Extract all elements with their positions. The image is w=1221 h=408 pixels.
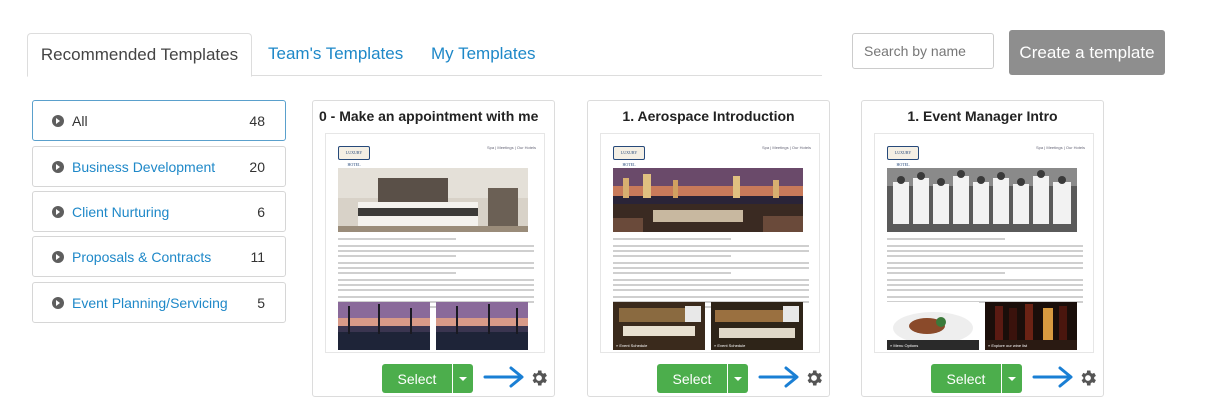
- chevron-circle-right-icon: [52, 114, 64, 127]
- category-count: 11: [250, 248, 265, 265]
- category-count: 6: [257, 203, 265, 220]
- template-title: 0 - Make an appointment with me: [319, 108, 539, 124]
- chevron-circle-right-icon: [52, 205, 64, 218]
- template-preview[interactable]: LUXURY HOTEL Spa | Meetings | Our Hotels: [874, 133, 1094, 353]
- pool-sunset-image: [436, 302, 528, 350]
- select-button[interactable]: Select: [382, 364, 452, 393]
- create-template-button[interactable]: Create a template: [1009, 30, 1165, 75]
- chefs-team-hero-image: [887, 168, 1077, 232]
- chevron-circle-right-icon: [52, 296, 64, 309]
- chevron-circle-right-icon: [52, 250, 64, 263]
- tab-teams-templates[interactable]: Team's Templates: [268, 33, 403, 76]
- category-proposals-contracts[interactable]: Proposals & Contracts 11: [32, 236, 286, 277]
- preview-nav-links: Spa | Meetings | Our Hotels: [1036, 145, 1085, 150]
- pool-sunset-image: [338, 302, 430, 350]
- select-dropdown-toggle[interactable]: [728, 364, 748, 393]
- category-label: Proposals & Contracts: [72, 248, 212, 265]
- select-dropdown-toggle[interactable]: [1002, 364, 1022, 393]
- category-event-planning-servicing[interactable]: Event Planning/Servicing 5: [32, 282, 286, 323]
- preview-body-text: [338, 238, 534, 311]
- category-all[interactable]: All 48: [32, 100, 286, 141]
- template-title: 1. Aerospace Introduction: [622, 108, 795, 124]
- category-count: 20: [249, 158, 265, 175]
- preview-body-text: [613, 238, 809, 311]
- tab-recommended-templates[interactable]: Recommended Templates: [27, 33, 252, 77]
- hotel-logo: LUXURY HOTEL: [887, 146, 919, 167]
- arrow-right-icon: [758, 366, 799, 388]
- gear-icon[interactable]: [804, 368, 824, 388]
- tab-my-templates[interactable]: My Templates: [431, 33, 536, 76]
- event-schedule-tile: » Event Schedule: [711, 302, 803, 350]
- preview-nav-links: Spa | Meetings | Our Hotels: [487, 145, 536, 150]
- select-button[interactable]: Select: [931, 364, 1001, 393]
- category-label: Event Planning/Servicing: [72, 294, 228, 311]
- event-schedule-tile: » Event Schedule: [613, 302, 705, 350]
- template-tabs: Recommended Templates Team's Templates M…: [27, 33, 822, 77]
- template-card[interactable]: 0 - Make an appointment with me LUXURY H…: [312, 100, 555, 397]
- chevron-circle-right-icon: [52, 160, 64, 173]
- gear-icon[interactable]: [529, 368, 549, 388]
- template-title: 1. Event Manager Intro: [907, 108, 1058, 124]
- category-business-development[interactable]: Business Development 20: [32, 146, 286, 187]
- category-label: Client Nurturing: [72, 203, 170, 220]
- preview-nav-links: Spa | Meetings | Our Hotels: [762, 145, 811, 150]
- search-input[interactable]: [852, 33, 994, 69]
- hotel-logo: LUXURY HOTEL: [338, 146, 370, 167]
- category-label: All: [72, 112, 88, 129]
- category-count: 48: [249, 112, 265, 129]
- bedroom-hero-image: [338, 168, 528, 232]
- arrow-right-icon: [483, 366, 524, 388]
- template-preview[interactable]: LUXURY HOTEL Spa | Meetings | Our Hotels: [600, 133, 820, 353]
- menu-options-tile: » Menu Options: [887, 302, 979, 350]
- category-count: 5: [257, 294, 265, 311]
- wine-list-tile: » Explore our wine list: [985, 302, 1077, 350]
- select-button[interactable]: Select: [657, 364, 727, 393]
- hotel-logo: LUXURY HOTEL: [613, 146, 645, 167]
- template-preview[interactable]: LUXURY HOTEL Spa | Meetings | Our Hotels: [325, 133, 545, 353]
- category-label: Business Development: [72, 158, 216, 175]
- template-card[interactable]: 1. Aerospace Introduction LUXURY HOTEL S…: [587, 100, 830, 397]
- category-client-nurturing[interactable]: Client Nurturing 6: [32, 191, 286, 232]
- city-lounge-hero-image: [613, 168, 803, 232]
- preview-body-text: [887, 238, 1083, 306]
- select-dropdown-toggle[interactable]: [453, 364, 473, 393]
- template-card[interactable]: 1. Event Manager Intro LUXURY HOTEL Spa …: [861, 100, 1104, 397]
- gear-icon[interactable]: [1078, 368, 1098, 388]
- arrow-right-icon: [1032, 366, 1073, 388]
